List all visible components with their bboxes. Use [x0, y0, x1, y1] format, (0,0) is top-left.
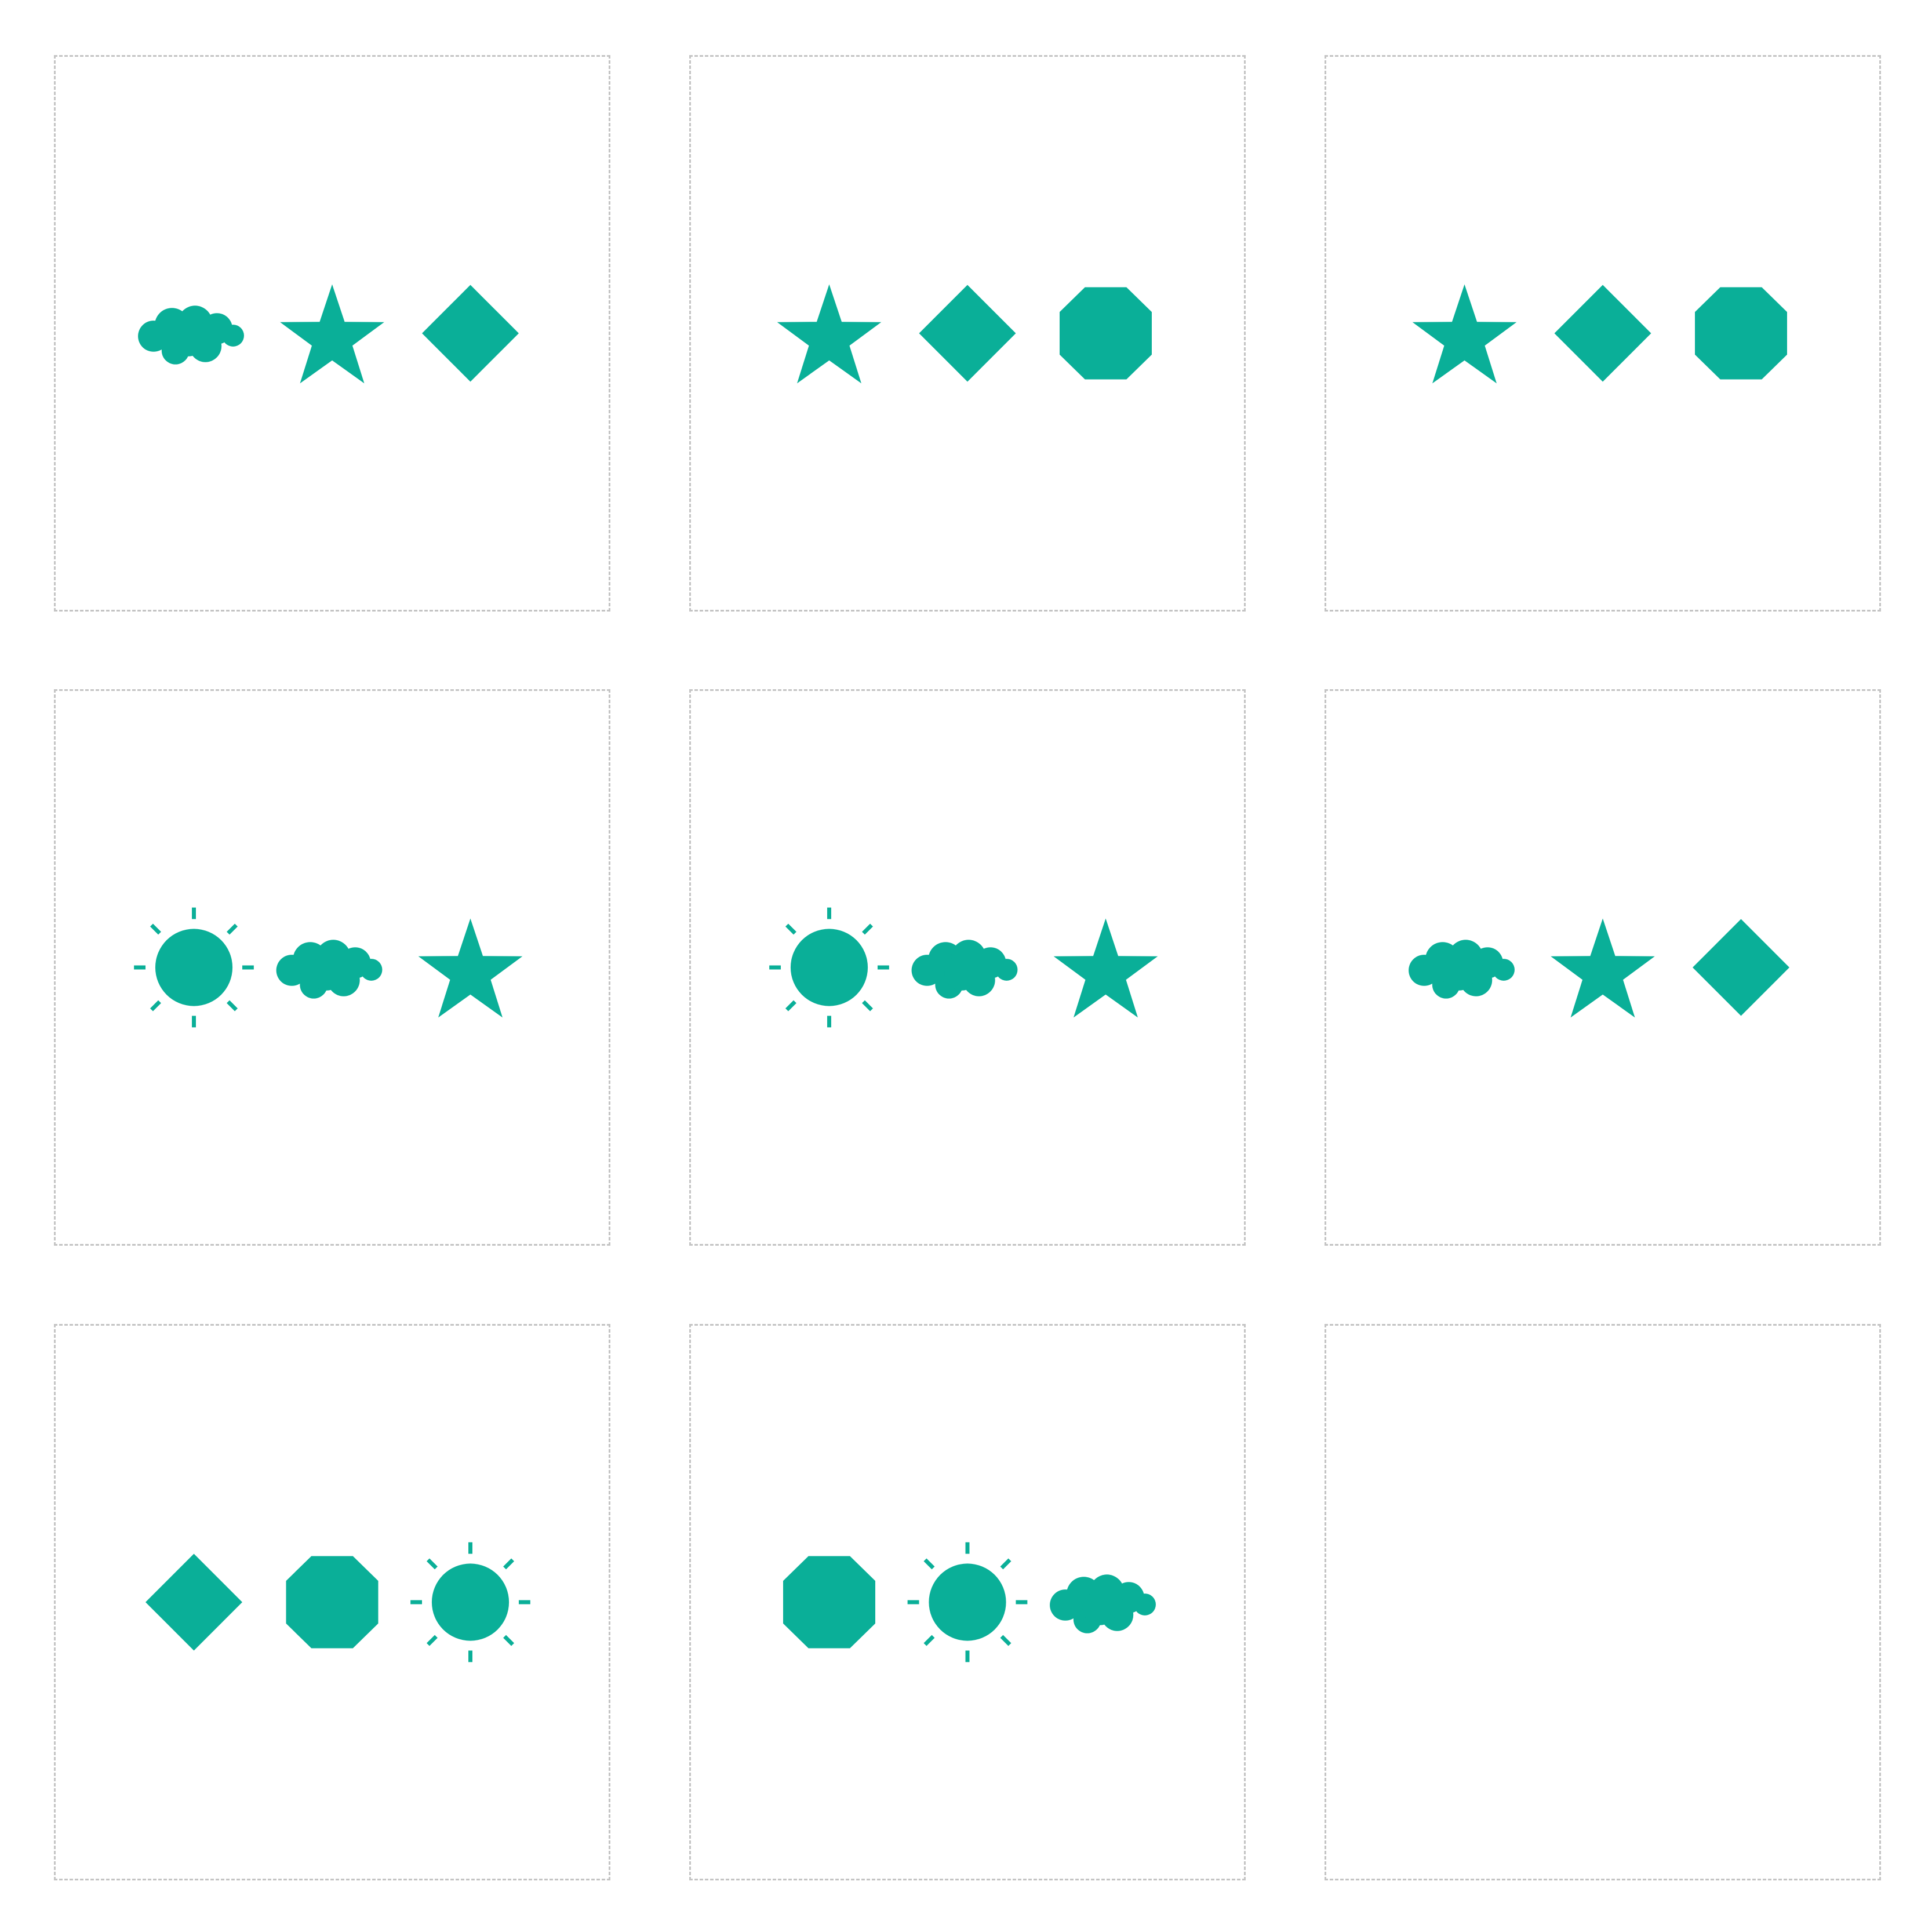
octagon-icon	[1695, 287, 1787, 380]
cloud-icon	[1050, 1574, 1156, 1633]
octagon-icon	[783, 1556, 875, 1649]
shape-sequence	[138, 284, 519, 384]
sun-icon	[134, 907, 254, 1028]
puzzle-cell-9	[1325, 1324, 1881, 1880]
octagon-icon	[286, 1556, 379, 1649]
cloud-icon	[138, 305, 244, 365]
cloud-icon	[911, 940, 1018, 999]
star-icon	[280, 284, 384, 384]
octagon-icon	[1060, 287, 1152, 380]
puzzle-cell-4	[54, 689, 610, 1246]
shape-sequence	[134, 907, 523, 1028]
star-icon	[777, 284, 882, 384]
diamond-icon	[1554, 285, 1651, 382]
shape-sequence	[769, 907, 1158, 1028]
sun-icon	[907, 1542, 1028, 1662]
cloud-icon	[276, 940, 383, 999]
shape-sequence	[1409, 918, 1789, 1018]
diamond-icon	[1693, 919, 1789, 1016]
shape-sequence	[783, 1542, 1156, 1662]
puzzle-cell-1	[54, 55, 610, 612]
cloud-icon	[1409, 940, 1515, 999]
star-icon	[1551, 918, 1655, 1018]
sun-icon	[769, 907, 889, 1028]
puzzle-grid	[0, 0, 1932, 1932]
shape-sequence	[777, 284, 1152, 384]
puzzle-cell-3	[1325, 55, 1881, 612]
puzzle-cell-2	[689, 55, 1246, 612]
sun-icon	[410, 1542, 530, 1662]
puzzle-cell-7	[54, 1324, 610, 1880]
shape-sequence	[145, 1542, 530, 1662]
puzzle-cell-6	[1325, 689, 1881, 1246]
shape-sequence	[1412, 284, 1787, 384]
diamond-icon	[422, 285, 519, 382]
diamond-icon	[145, 1553, 242, 1651]
shape-sequence	[1326, 1326, 1879, 1879]
star-icon	[418, 918, 523, 1018]
puzzle-cell-8	[689, 1324, 1246, 1880]
star-icon	[1412, 284, 1517, 384]
diamond-icon	[919, 285, 1016, 382]
star-icon	[1053, 918, 1158, 1018]
puzzle-cell-5	[689, 689, 1246, 1246]
